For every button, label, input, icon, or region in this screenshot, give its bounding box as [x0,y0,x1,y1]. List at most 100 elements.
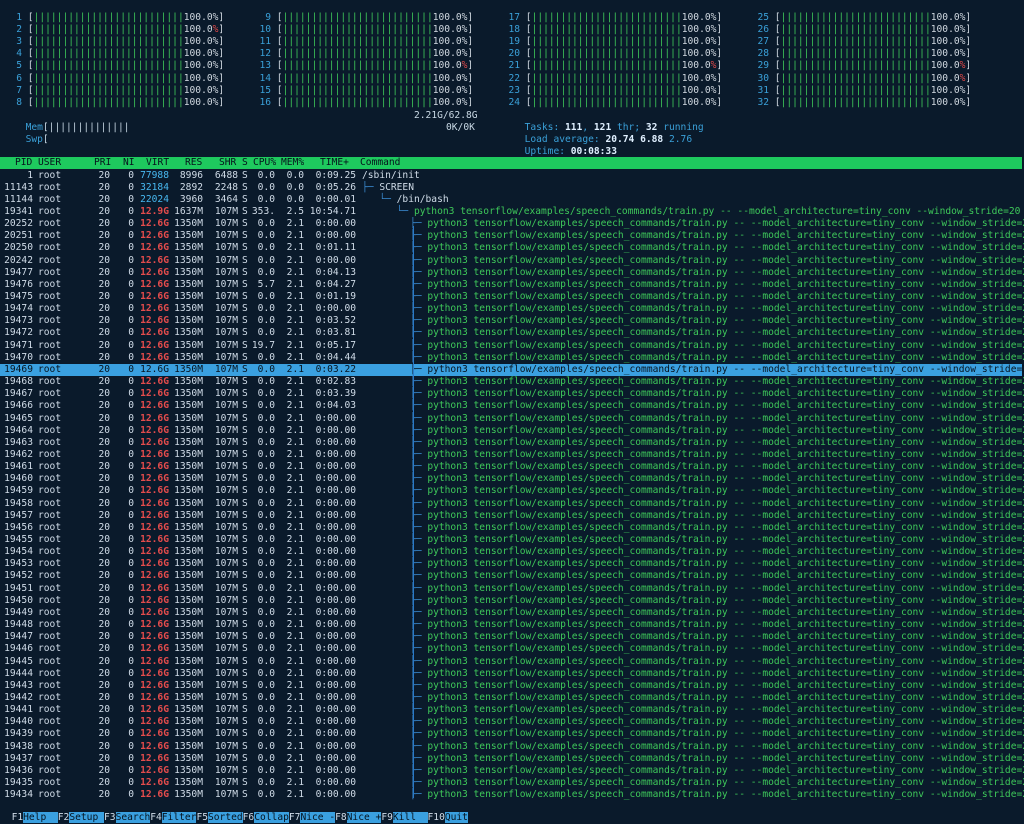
process-row-19473[interactable]: 19473 root 20 0 12.6G 1350M 107M S 0.0 2.1 0:03.52… [0,315,1024,327]
uptime-label: Uptime: [524,146,571,158]
process-row-19444[interactable]: 19444 root 20 0 12.6G 1350M 107M S 0.0 2.1 0:00.00… [0,667,1024,680]
cell-s: S [242,485,248,497]
process-row-19470[interactable]: 19470 root 20 0 12.6G 1350M 107M S 0.0 2.1 0:04.44… [0,351,1024,364]
cpu-percent: 100.0% [930,24,966,36]
cell-time: 0:00.00 [315,254,356,266]
cell-time: 0:00.00 [315,218,356,230]
process-row-20252[interactable]: 20252 root 20 0 12.6G 1350M 107M S 0.0 2.1 0:00.00… [0,218,1024,230]
cpu-meter-14: 14 [||||||||||||||||||||||||||100.0%] [253,73,473,85]
process-row-19436[interactable]: 19436 root 20 0 12.6G 1350M 107M S 0.0 2.1 0:00.00… [0,765,1024,777]
process-row-19442[interactable]: 19442 root 20 0 12.6G 1350M 107M S 0.0 2.1 0:00.00… [0,691,1024,704]
process-row-19440[interactable]: 19440 root 20 0 12.6G 1350M 107M S 0.0 2.1 0:00.00… [0,716,1024,728]
process-row-19461[interactable]: 19461 root 20 0 12.6G 1350M 107M S 0.0 2.1 0:00.00… [0,461,1024,473]
process-row-19462[interactable]: 19462 root 20 0 12.6G 1350M 107M S 0.0 2.1 0:00.00… [0,448,1024,461]
process-row-19452[interactable]: 19452 root 20 0 12.6G 1350M 107M S 0.0 2.1 0:00.00… [0,570,1024,582]
process-row-19466[interactable]: 19466 root 20 0 12.6G 1350M 107M S 0.0 2.1 0:04.03… [0,400,1024,412]
process-row-19443[interactable]: 19443 root 20 0 12.6G 1350M 107M S 0.0 2.1 0:00.00… [0,679,1024,692]
process-row-19467[interactable]: 19467 root 20 0 12.6G 1350M 107M S 0.0 2.1 0:03.39… [0,388,1024,400]
cell-user: root [38,351,62,363]
cell-pri: 20 [98,254,110,266]
process-row-11144[interactable]: 11144 root 20 0 22024 3960 3464 S 0.0 0.0 0:00.01 … [0,194,1022,206]
cell-shr: 2248 [214,181,238,193]
process-row-19463[interactable]: 19463 root 20 0 12.6G 1350M 107M S 0.0 2.1 0:00.00… [0,436,1024,449]
col-cpu[interactable]: CPU% [253,157,276,169]
process-row-19455[interactable]: 19455 root 20 0 12.6G 1350M 107M S 0.0 2.1 0:00.00… [0,534,1024,546]
process-row-19457[interactable]: 19457 root 20 0 12.6G 1350M 107M S 0.0 2.1 0:00.00… [0,510,1024,522]
process-row-20242[interactable]: 20242 root 20 0 12.6G 1350M 107M S 0.0 2.1 0:00.00… [0,254,1024,267]
col-pid[interactable]: PID [15,157,32,169]
process-row-19469[interactable]: 19469 root 20 0 12.6G 1350M 107M S 0.0 2.1 0:03.22… [0,363,1024,376]
col-res[interactable]: RES [185,157,202,169]
col-mem[interactable]: MEM% [281,157,304,169]
process-row-19477[interactable]: 19477 root 20 0 12.6G 1350M 107M S 0.0 2.1 0:04.13… [0,267,1024,279]
command-text: python3 tensorflow/examples/speech_comma… [427,400,1024,412]
process-row-20250[interactable]: 20250 root 20 0 12.6G 1350M 107M S 0.0 2.1 0:01.11… [0,242,1024,254]
process-row-19459[interactable]: 19459 root 20 0 12.6G 1350M 107M S 0.0 2.1 0:00.00… [0,485,1024,497]
cell-res: 1350M [174,448,203,460]
cpu-percent: 100.0% [432,84,468,96]
process-row-19446[interactable]: 19446 root 20 0 12.6G 1350M 107M S 0.0 2.1 0:00.00… [0,643,1024,655]
process-row-19475[interactable]: 19475 root 20 0 12.6G 1350M 107M S 0.0 2.1 0:01.19… [0,291,1024,303]
process-row-19472[interactable]: 19472 root 20 0 12.6G 1350M 107M S 0.0 2.1 0:03.81… [0,327,1024,339]
cell-cpu: 0.0 [257,777,275,788]
process-row-19439[interactable]: 19439 root 20 0 12.6G 1350M 107M S 0.0 2.1 0:00.00… [0,728,1024,740]
cell-s: S [242,388,248,400]
process-row-19456[interactable]: 19456 root 20 0 12.6G 1350M 107M S 0.0 2.1 0:00.00… [0,522,1024,534]
cell-time: 0:00.00 [315,436,356,448]
cell-cpu: 0.0 [257,400,275,412]
process-row-19450[interactable]: 19450 root 20 0 12.6G 1350M 107M S 0.0 2.1 0:00.00… [0,595,1024,607]
col-virt[interactable]: VIRT [146,157,169,169]
col-command[interactable]: Command [360,157,400,169]
process-row-19437[interactable]: 19437 root 20 0 12.6G 1350M 107M S 0.0 2.1 0:00.00… [0,753,1024,765]
cell-cpu: 0.0 [257,631,275,643]
cell-mem: 2.5 [286,205,304,217]
col-time[interactable]: TIME+ [320,157,349,169]
process-row-19476[interactable]: 19476 root 20 0 12.6G 1350M 107M S 5.7 2.1 0:04.27… [0,279,1024,291]
process-row-19447[interactable]: 19447 root 20 0 12.6G 1350M 107M S 0.0 2.1 0:00.00… [0,631,1024,643]
process-row-19445[interactable]: 19445 root 20 0 12.6G 1350M 107M S 0.0 2.1 0:00.00… [0,656,1024,668]
process-row-19453[interactable]: 19453 root 20 0 12.6G 1350M 107M S 0.0 2.1 0:00.00… [0,558,1024,570]
process-row-19435[interactable]: 19435 root 20 0 12.6G 1350M 107M S 0.0 2.1 0:00.00… [0,777,1024,789]
cell-ni: 0 [128,291,134,302]
cell-cpu: 0.0 [257,473,275,485]
process-row-19438[interactable]: 19438 root 20 0 12.6G 1350M 107M S 0.0 2.1 0:00.00… [0,741,1024,753]
process-row-19451[interactable]: 19451 root 20 0 12.6G 1350M 107M S 0.0 2.1 0:00.00… [0,583,1024,595]
cell-ni: 0 [128,631,134,643]
cell-shr: 107M [214,546,238,558]
process-row-19448[interactable]: 19448 root 20 0 12.6G 1350M 107M S 0.0 2.1 0:00.00… [0,619,1024,631]
process-row-19458[interactable]: 19458 root 20 0 12.6G 1350M 107M S 0.0 2.1 0:00.00… [0,498,1024,510]
process-row-19471[interactable]: 19471 root 20 0 12.6G 1350M 107M S 19.7 2.1 0:05.1… [0,340,1024,352]
process-row-19441[interactable]: 19441 root 20 0 12.6G 1350M 107M S 0.0 2.1 0:00.00… [0,704,1024,716]
cell-cpu: 0.0 [257,667,275,679]
process-row-19465[interactable]: 19465 root 20 0 12.6G 1350M 107M S 0.0 2.1 0:00.00… [0,413,1024,425]
process-row-19474[interactable]: 19474 root 20 0 12.6G 1350M 107M S 0.0 2.1 0:00.00… [0,303,1024,315]
col-user[interactable]: USER [38,157,61,169]
process-row-19468[interactable]: 19468 root 20 0 12.6G 1350M 107M S 0.0 2.1 0:02.83… [0,376,1024,388]
cell-ni: 0 [128,679,134,691]
cell-pri: 20 [98,704,110,716]
process-row-19460[interactable]: 19460 root 20 0 12.6G 1350M 107M S 0.0 2.1 0:00.00… [0,473,1024,485]
process-row-19464[interactable]: 19464 root 20 0 12.6G 1350M 107M S 0.0 2.1 0:00.00… [0,425,1024,437]
col-state[interactable]: S [242,157,248,169]
cell-pid: 20242 [4,254,33,266]
cell-mem: 2.1 [286,315,304,327]
process-row-19449[interactable]: 19449 root 20 0 12.6G 1350M 107M S 0.0 2.1 0:00.00… [0,606,1024,619]
cpu-number: 21 [508,60,520,72]
process-row-11143[interactable]: 11143 root 20 0 32184 2892 2248 S 0.0 0.0 0:05.26 ├… [0,182,1022,194]
cell-s: S [242,691,248,703]
process-row-19454[interactable]: 19454 root 20 0 12.6G 1350M 107M S 0.0 2.1 0:00.00… [0,546,1024,558]
cell-ni: 0 [128,351,134,363]
col-pri[interactable]: PRI [94,157,111,169]
cell-virt: 12.6G [140,376,169,388]
cell-res: 1350M [174,363,203,375]
process-row-19341[interactable]: 19341 root 20 0 12.9G 1637M 107M S 353. 2.5 10:54.… [0,206,1022,218]
cell-pri: 20 [98,400,110,412]
process-row-20251[interactable]: 20251 root 20 0 12.6G 1350M 107M S 0.0 2.1 0:00.00… [0,230,1024,242]
cell-res: 1350M [174,606,203,618]
col-shr[interactable]: SHR [219,157,236,169]
cell-shr: 107M [214,230,238,242]
process-row-1[interactable]: 1 root 20 0 77988 8996 6488 S 0.0 0.0 0:09.25/sbin… [0,170,1022,182]
col-ni[interactable]: NI [123,157,135,169]
process-table-header[interactable]: PID USER PRI NI VIRT RES SHR S CPU% MEM%… [0,157,1022,169]
cell-time: 0:00.00 [315,570,356,582]
